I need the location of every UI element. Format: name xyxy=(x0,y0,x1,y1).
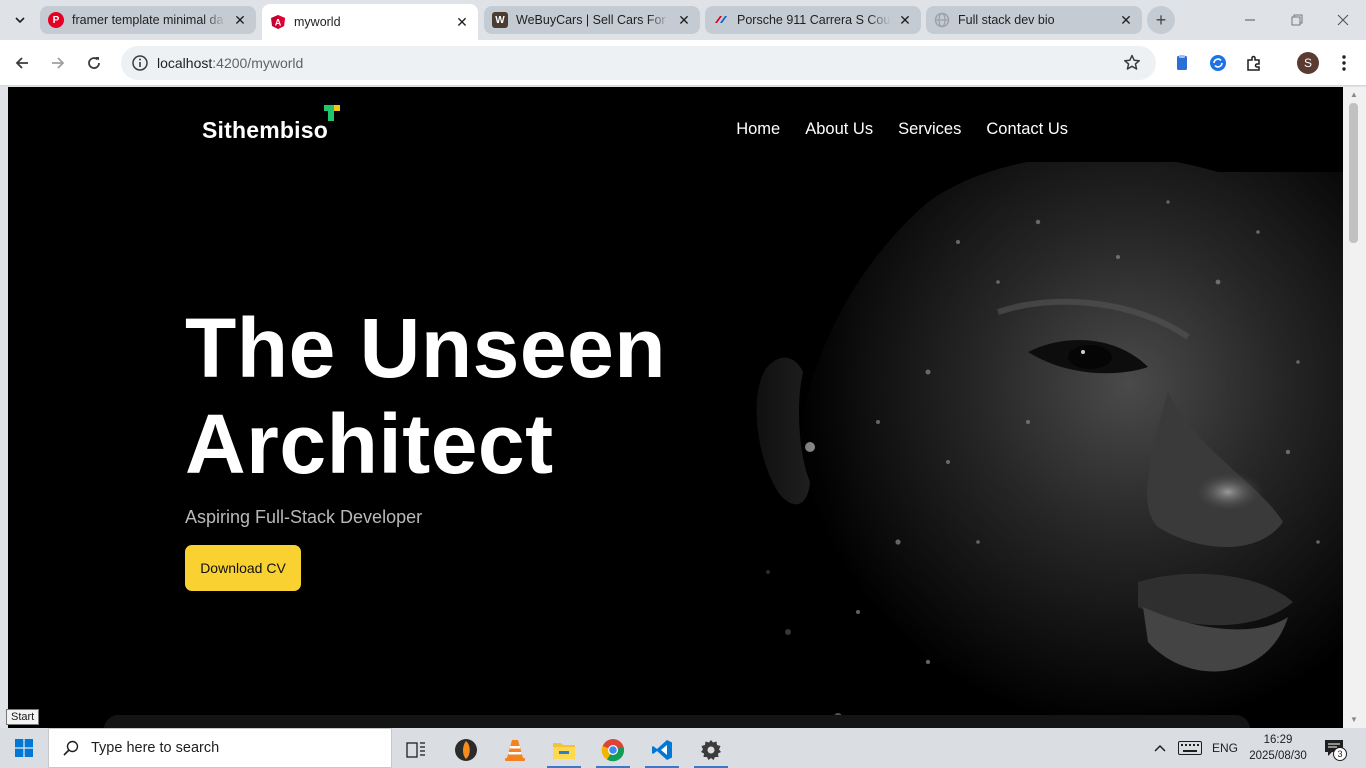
keyboard-icon[interactable] xyxy=(1178,728,1202,768)
hero-subtitle: Aspiring Full-Stack Developer xyxy=(185,507,423,527)
vscode-icon[interactable] xyxy=(642,732,682,768)
close-tab-icon[interactable]: ✕ xyxy=(676,12,692,28)
close-tab-icon[interactable]: ✕ xyxy=(232,12,248,28)
angular-icon: A xyxy=(270,14,286,30)
page-scrollbar[interactable]: ▲ ▼ xyxy=(1343,87,1366,728)
extensions-puzzle-icon[interactable] xyxy=(1241,50,1267,76)
start-tooltip: Start xyxy=(6,709,40,725)
restore-icon[interactable] xyxy=(1281,8,1313,32)
nav-home[interactable]: Home xyxy=(736,120,780,139)
tab-webuycars[interactable]: W WeBuyCars | Sell Cars For Ca ✕ xyxy=(484,6,700,34)
next-section-edge xyxy=(104,715,1250,728)
tab-search-chevron-icon[interactable] xyxy=(8,8,32,32)
pinterest-icon: P xyxy=(48,12,64,28)
close-tab-icon[interactable]: ✕ xyxy=(454,14,470,30)
tab-fullstack[interactable]: Full stack dev bio ✕ xyxy=(926,6,1142,34)
minimize-icon[interactable] xyxy=(1234,8,1266,32)
page-viewport: Sithembiso Home About Us Services Contac… xyxy=(8,87,1343,728)
scroll-down-icon[interactable]: ▼ xyxy=(1349,715,1359,725)
forward-arrow-icon[interactable] xyxy=(45,50,71,76)
task-view-icon[interactable] xyxy=(396,732,436,768)
porsche-icon xyxy=(713,12,729,28)
url-host: localhost xyxy=(157,55,213,71)
close-window-icon[interactable] xyxy=(1327,8,1359,32)
profile-avatar[interactable]: S xyxy=(1297,52,1319,74)
reload-icon[interactable] xyxy=(81,50,107,76)
clock-date: 2025/08/30 xyxy=(1249,750,1307,762)
search-icon xyxy=(63,740,79,756)
browser-menu-icon[interactable] xyxy=(1331,50,1357,76)
tab-strip: P framer template minimal da ✕ A myworld… xyxy=(0,0,1366,40)
notification-count-badge: 3 xyxy=(1333,747,1347,761)
hero-portrait-image xyxy=(698,162,1343,728)
back-arrow-icon[interactable] xyxy=(9,50,35,76)
svg-text:A: A xyxy=(275,18,282,28)
site-info-icon[interactable] xyxy=(131,54,149,72)
tab-framer[interactable]: P framer template minimal da ✕ xyxy=(40,6,256,34)
taskbar-search-box[interactable]: Type here to search xyxy=(48,728,392,768)
scroll-up-icon[interactable]: ▲ xyxy=(1349,90,1359,100)
hero-title-line1: The Unseen xyxy=(185,301,667,395)
vlc-icon[interactable] xyxy=(495,732,535,768)
main-nav: Home About Us Services Contact Us xyxy=(736,120,1068,139)
extension-sync-icon[interactable] xyxy=(1205,50,1231,76)
logo-arrow-icon xyxy=(322,103,342,123)
nav-contact-us[interactable]: Contact Us xyxy=(986,120,1068,139)
browser-toolbar: localhost:4200/myworld xyxy=(0,40,1366,86)
webuycars-icon: W xyxy=(492,12,508,28)
download-cv-button[interactable]: Download CV xyxy=(185,545,301,591)
clock-time: 16:29 xyxy=(1263,734,1293,746)
extension-clipboard-icon[interactable] xyxy=(1169,50,1195,76)
notifications-icon[interactable]: 3 xyxy=(1324,728,1347,768)
tab-title: Full stack dev bio xyxy=(958,13,1055,27)
chrome-icon[interactable] xyxy=(593,732,633,768)
tab-porsche[interactable]: Porsche 911 Carrera S Coupe ✕ xyxy=(705,6,921,34)
logo-text: Sithembiso xyxy=(202,117,328,143)
fl-studio-icon[interactable] xyxy=(446,732,486,768)
show-hidden-icons-chevron-icon[interactable] xyxy=(1153,728,1167,768)
nav-about-us[interactable]: About Us xyxy=(805,120,873,139)
globe-icon xyxy=(934,12,950,28)
close-tab-icon[interactable]: ✕ xyxy=(897,12,913,28)
language-indicator[interactable]: ENG xyxy=(1212,728,1238,768)
settings-icon[interactable] xyxy=(691,732,731,768)
search-placeholder: Type here to search xyxy=(91,740,220,756)
url-text: localhost:4200/myworld xyxy=(157,55,303,71)
tab-title: WeBuyCars | Sell Cars For Ca xyxy=(516,13,670,27)
hero-title-line2: Architect xyxy=(185,397,554,491)
scrollbar-thumb[interactable] xyxy=(1349,103,1358,243)
tab-title: Porsche 911 Carrera S Coupe xyxy=(737,13,891,27)
hero-title: The Unseen Architect xyxy=(185,300,666,492)
file-explorer-icon[interactable] xyxy=(544,732,584,768)
windows-start-icon[interactable] xyxy=(0,728,48,768)
tab-title: framer template minimal da xyxy=(72,13,224,27)
taskbar-clock[interactable]: 16:29 2025/08/30 xyxy=(1240,732,1316,764)
bookmark-star-icon[interactable] xyxy=(1122,53,1142,73)
close-tab-icon[interactable]: ✕ xyxy=(1118,12,1134,28)
nav-services[interactable]: Services xyxy=(898,120,961,139)
url-path: :4200/myworld xyxy=(212,55,304,71)
new-tab-button[interactable]: + xyxy=(1147,6,1175,34)
address-bar[interactable]: localhost:4200/myworld xyxy=(121,46,1156,80)
tab-myworld[interactable]: A myworld ✕ xyxy=(262,4,478,40)
tab-title: myworld xyxy=(294,15,341,29)
windows-taskbar: Type here to search ENG 16:29 2025/08/30… xyxy=(0,728,1366,768)
